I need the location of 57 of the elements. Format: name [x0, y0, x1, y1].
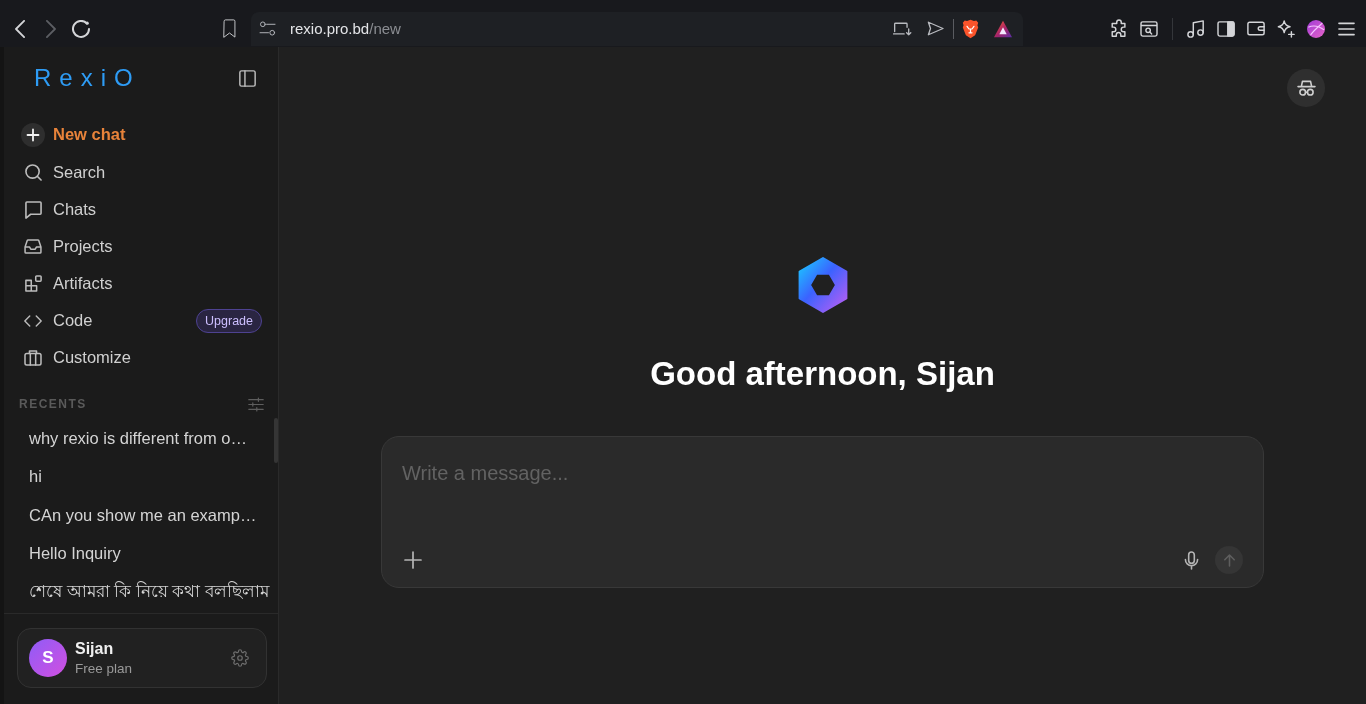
sidebar-nav-item[interactable]: Search — [16, 154, 262, 191]
logo-text[interactable]: RexiO — [34, 64, 141, 92]
tune-icon — [259, 21, 277, 36]
composer-field[interactable]: Write a message... — [381, 436, 1264, 588]
sidebar-nav-item[interactable]: Projects — [16, 228, 262, 265]
hexagon-logo — [797, 257, 848, 313]
chevron-left-icon — [14, 19, 26, 38]
user-plan: Free plan — [75, 661, 134, 676]
briefcase-icon — [24, 349, 42, 366]
recent-chat-item[interactable]: hi — [16, 457, 278, 496]
recent-chat-item[interactable]: শেষে আমরা কি নিয়ে কথা বলছিলাম — [16, 573, 278, 612]
address-bar[interactable]: rexio.pro.bd/new — [251, 11, 1023, 46]
bookmark-icon — [222, 19, 236, 38]
sliders-icon[interactable] — [248, 396, 264, 412]
settings-icon[interactable] — [231, 649, 249, 667]
upgrade-badge[interactable]: Upgrade — [196, 308, 262, 333]
search-icon — [24, 164, 42, 181]
shield-icon — [961, 18, 979, 39]
sparkle-icon — [1277, 19, 1295, 38]
speech-bubble-icon — [24, 200, 42, 219]
window-search-icon — [1140, 20, 1158, 37]
puzzle-icon — [1111, 19, 1127, 38]
recent-chat-item[interactable]: CAn you show me an examp… — [16, 496, 278, 535]
recent-chat-item[interactable]: why rexio is different from o… — [16, 419, 278, 458]
arrow-up-icon — [1223, 553, 1235, 567]
sidebar-icon — [1217, 20, 1235, 37]
chevron-right-icon — [44, 19, 56, 38]
sidebar-nav-item[interactable]: Customize — [16, 339, 262, 376]
user-card[interactable]: S Sijan Free plan — [17, 628, 267, 688]
panel-icon — [238, 69, 256, 87]
sidebar-nav-item[interactable]: Code Upgrade — [16, 302, 262, 339]
sidebar-nav-item[interactable]: Chats — [16, 191, 262, 228]
plus-icon — [404, 551, 422, 569]
user-name: Sijan — [75, 640, 115, 658]
hat-glasses-icon — [1296, 80, 1316, 96]
code-brackets-icon — [24, 314, 42, 327]
laptop-download-icon — [892, 21, 912, 36]
incognito-button[interactable] — [1287, 69, 1325, 107]
recents-heading: RECENTS — [19, 397, 87, 411]
microphone-icon — [1183, 550, 1199, 570]
reload-icon — [72, 19, 90, 38]
new-chat-button[interactable]: New chat — [16, 115, 262, 154]
message-input[interactable]: Write a message... — [382, 437, 1263, 546]
blocks-icon — [24, 275, 42, 292]
music-note-icon — [1187, 19, 1205, 38]
triangle-icon — [993, 19, 1013, 38]
sidebar-nav-item[interactable]: Artifacts — [16, 265, 262, 302]
url-text[interactable]: rexio.pro.bd/new — [290, 20, 401, 37]
menu-icon — [1337, 21, 1355, 36]
wallet-icon — [1247, 21, 1265, 36]
user-avatar: S — [29, 639, 67, 677]
greeting-heading: Good afternoon, Sijan — [650, 354, 995, 394]
send-icon — [926, 21, 944, 36]
plus-circle-icon — [21, 122, 45, 147]
inbox-tray-icon — [24, 239, 42, 254]
avatar-icon — [1307, 19, 1325, 38]
recent-chat-item[interactable]: Hello Inquiry — [16, 534, 278, 573]
